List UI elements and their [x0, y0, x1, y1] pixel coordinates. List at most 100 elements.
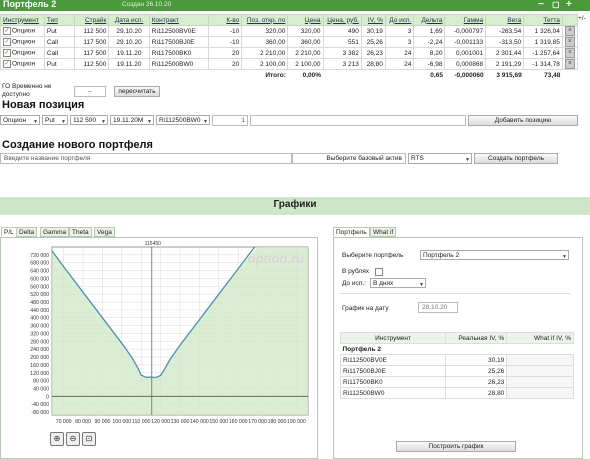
col-contract[interactable]: Контракт [148, 14, 209, 26]
tab-vega[interactable]: Vega [94, 227, 115, 237]
y-tick-label: 440 000 [30, 308, 49, 314]
expiry-select[interactable]: В днях ▼ [370, 278, 426, 288]
type-select[interactable]: Put ▼ [42, 115, 68, 125]
table-cell: -2,24 [427, 38, 443, 46]
col-vega[interactable]: Вега [485, 14, 525, 26]
table-header-row: Инструмент Тип Страйк Дата исп. Контракт… [0, 14, 579, 26]
iv-whatif-input[interactable] [506, 376, 574, 388]
table-cell: Ri117500BK0 [151, 49, 192, 57]
y-tick-label: 680 000 [30, 261, 49, 267]
tab-delta[interactable]: Delta [16, 227, 38, 237]
remove-row-icon[interactable]: × [564, 37, 575, 47]
col-remove [561, 14, 579, 26]
row-checkbox[interactable]: ✓ [3, 60, 11, 68]
tab-what-if[interactable]: What if [370, 227, 397, 237]
graphs-heading: Графики [273, 199, 317, 210]
col-price-rub[interactable]: Цена, руб. [322, 14, 362, 26]
instrument-select[interactable]: Опцион ▼ [0, 115, 40, 125]
total-gamma: -0,000060 [454, 71, 484, 79]
zoom-in-icon[interactable]: ⊕ [50, 432, 64, 446]
portfolio-select[interactable]: Портфель 2 ▼ [420, 250, 569, 260]
table-cell: 360,00 [300, 38, 321, 46]
y-tick-label: 120 000 [30, 371, 49, 377]
col-expiry[interactable]: До исп. [384, 14, 415, 26]
pl-chart[interactable]: -80 000-40 000040 00080 000120 000160 00… [0, 237, 318, 427]
table-cell: -263,54 [499, 27, 522, 35]
y-tick-label: 320 000 [30, 331, 49, 337]
table-cell: 19.11.20 [116, 49, 142, 57]
watermark-logo: option.ru [248, 251, 304, 266]
tab-gamma[interactable]: Gamma [40, 227, 70, 237]
recalc-button[interactable]: пересчитать [114, 86, 160, 97]
table-cell: 20 [232, 60, 240, 68]
table-cell: 0,001001 [455, 49, 484, 57]
add-position-button[interactable]: Добавить позицию [468, 115, 578, 126]
col-instrument[interactable]: Инструмент [0, 14, 45, 26]
table-cell: 3 382 [342, 49, 359, 57]
col-price[interactable]: Цена [287, 14, 324, 26]
total-label: Итого: [265, 71, 286, 79]
contract-select[interactable]: Ri112500BW0 ▼ [156, 115, 210, 125]
create-portfolio-button[interactable]: Создать портфель [474, 153, 558, 164]
total-vega: 3 915,69 [496, 71, 522, 79]
add-icon[interactable]: + [566, 0, 572, 10]
col-delta[interactable]: Дельта [413, 14, 446, 26]
iv-row: Ri117500BK0 26,23 [339, 376, 574, 388]
strike-select[interactable]: 112 500 ▼ [70, 115, 108, 125]
row-checkbox[interactable]: ✓ [3, 49, 11, 57]
row-checkbox[interactable]: ✓ [3, 27, 11, 35]
zoom-reset-icon[interactable]: ⊡ [82, 432, 96, 446]
tab-pl[interactable]: P/L [1, 227, 17, 237]
iv-whatif-input[interactable] [506, 365, 574, 377]
qty-input[interactable]: 1 [212, 115, 248, 126]
divider [340, 293, 570, 294]
col-type[interactable]: Тип [43, 14, 75, 26]
col-date[interactable]: Дата исп. [108, 14, 150, 26]
col-theta[interactable]: Тетта [523, 14, 563, 26]
col-qty[interactable]: К-во [207, 14, 243, 26]
base-asset-select[interactable]: RTS ▼ [408, 153, 472, 164]
chevron-down-icon: ▼ [61, 119, 66, 125]
x-tick-label: 80 000 [75, 419, 91, 425]
col-real-iv: Реальная IV, % [445, 332, 508, 344]
total-pct: 0,00% [302, 71, 322, 79]
table-cell: 112 500 [83, 60, 107, 68]
positions-table: Инструмент Тип Страйк Дата исп. Контракт… [0, 14, 579, 80]
iv-whatif-input[interactable] [506, 387, 574, 399]
price-input[interactable] [250, 115, 466, 126]
maximize-icon[interactable]: ▢ [552, 0, 560, 9]
table-cell: 29.10.20 [116, 27, 142, 35]
iv-whatif-input[interactable] [506, 354, 574, 366]
build-chart-button[interactable]: Построить график [396, 441, 516, 452]
y-tick-label: 80 000 [33, 379, 49, 385]
expand-toggle[interactable]: +/- [578, 15, 586, 22]
rub-checkbox[interactable] [375, 268, 383, 276]
col-open-price[interactable]: Поз. откр. по [241, 14, 289, 26]
table-cell: 2 191,29 [495, 60, 522, 68]
table-row[interactable]: ✓ Опцион Put 112 500 29.10.20 Ri112500BV0E -10… [0, 25, 579, 37]
table-row[interactable]: ✓ Опцион Call 117 500 19.11.20 Ri117500BK0 20 2… [0, 47, 579, 59]
zoom-out-icon[interactable]: ⊖ [66, 432, 80, 446]
col-strike[interactable]: Страйк [73, 14, 110, 26]
date-select[interactable]: 19.11.20M ▼ [110, 115, 154, 125]
chart-date-input[interactable]: 28.10.20 [418, 302, 458, 313]
tab-portfolio[interactable]: Портфель [333, 227, 370, 237]
table-row[interactable]: ✓ Опцион Put 112 500 19.11.20 Ri112500BW0 20 2 … [0, 58, 579, 70]
portfolio-select-label: Выберите портфель [342, 252, 404, 259]
rub-label: В рублях [342, 268, 369, 275]
row-checkbox[interactable]: ✓ [3, 38, 11, 46]
remove-row-icon[interactable]: × [564, 48, 575, 58]
table-cell: 3 [407, 38, 412, 46]
table-row[interactable]: ✓ Опцион Call 117 500 29.10.20 Ri117500BJ0E -1… [0, 36, 579, 48]
tab-theta[interactable]: Theta [69, 227, 92, 237]
table-cell: -0,000797 [453, 27, 484, 35]
col-iv[interactable]: IV, % [360, 14, 386, 26]
table-cell: -10 [229, 27, 240, 35]
y-tick-label: 160 000 [30, 363, 49, 369]
minimize-icon[interactable]: − [538, 0, 544, 10]
remove-row-icon[interactable]: × [564, 59, 575, 69]
col-gamma[interactable]: Гамма [444, 14, 487, 26]
remove-row-icon[interactable]: × [564, 26, 575, 36]
portfolio-name-input[interactable]: Введите название портфеля [0, 153, 292, 164]
window-titlebar: Портфель 2 Создан 26.10.20 − ▢ + [0, 0, 590, 11]
